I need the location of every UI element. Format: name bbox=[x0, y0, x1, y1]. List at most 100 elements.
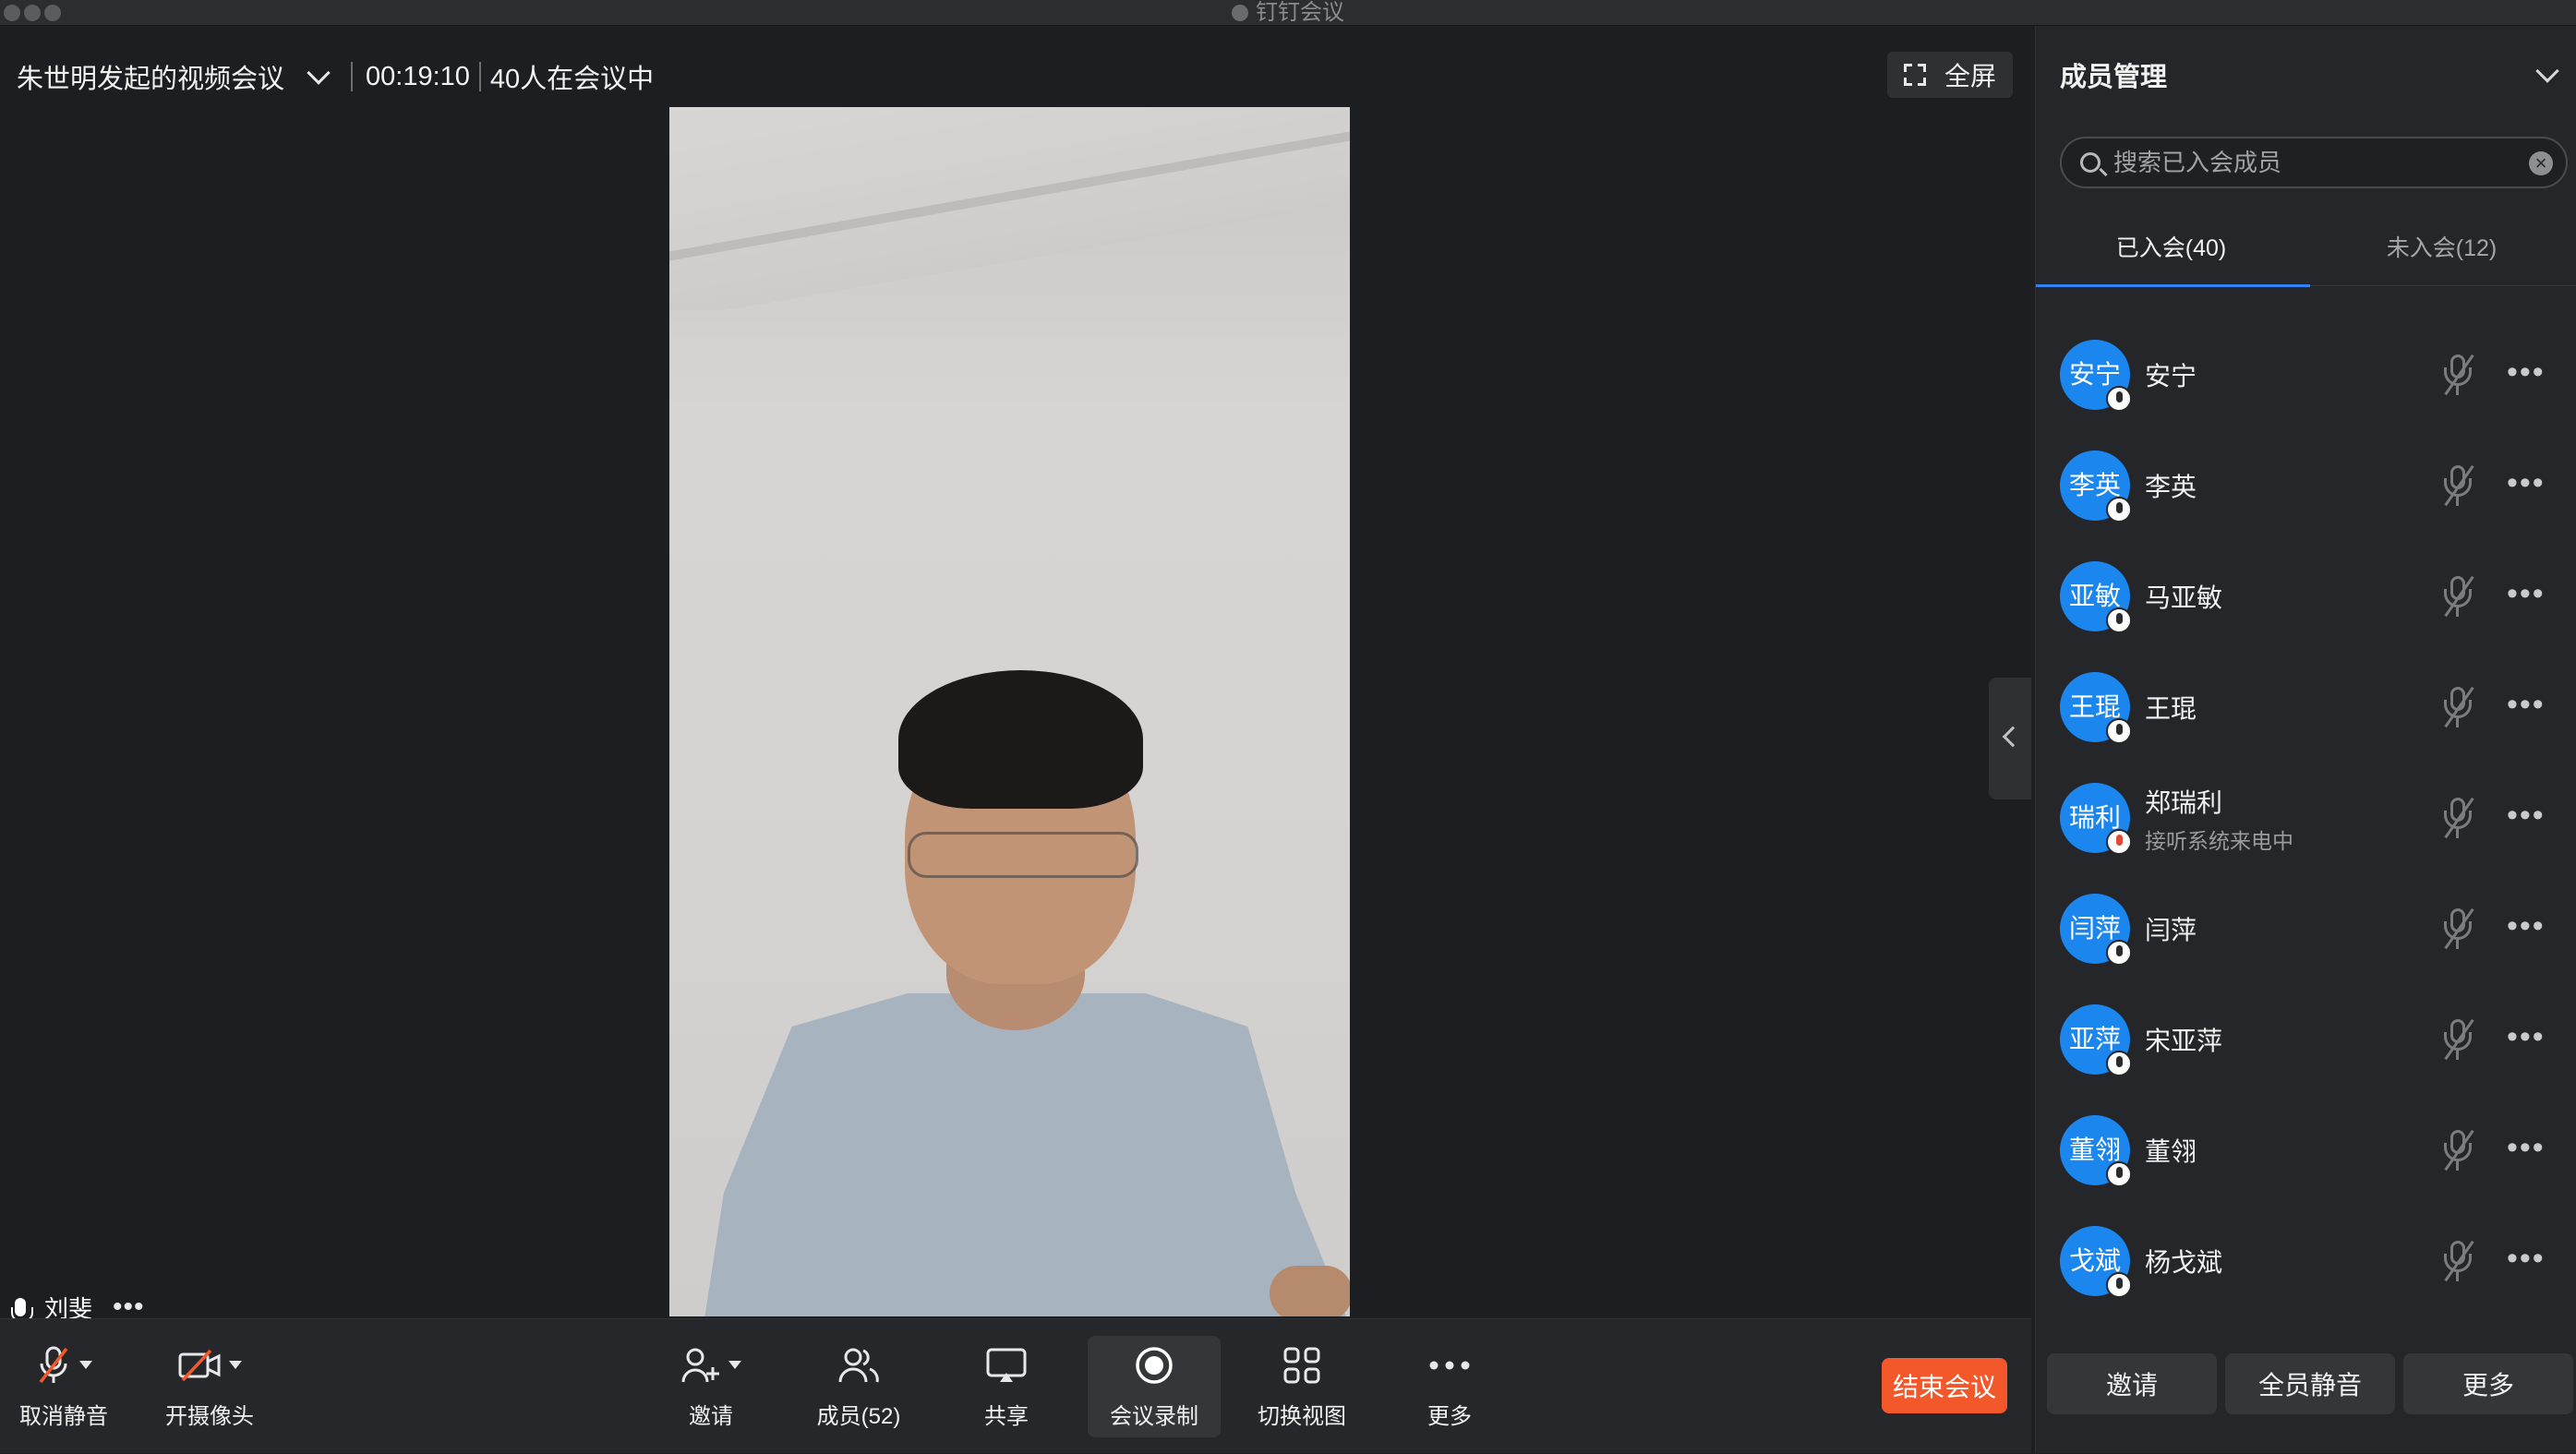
member-tabs: 已入会(40) 未入会(12) bbox=[2036, 210, 2576, 287]
invite-button[interactable]: 邀请 bbox=[674, 1319, 748, 1454]
member-name: 闫萍 bbox=[2145, 916, 2197, 944]
member-row[interactable]: 亚敏 马亚敏 ••• bbox=[2036, 541, 2576, 652]
member-row[interactable]: 亚萍 宋亚萍 ••• bbox=[2036, 984, 2576, 1095]
meeting-info-bar: 朱世明发起的视频会议 00:19:10 40人在会议中 bbox=[17, 54, 654, 100]
video-person-hair bbox=[898, 670, 1143, 809]
mute-all-button[interactable]: 全员静音 bbox=[2225, 1353, 2395, 1414]
more-icon[interactable]: ••• bbox=[2507, 1132, 2546, 1163]
share-label: 共享 bbox=[984, 1403, 1029, 1429]
meeting-toolbar: 取消静音 开摄像头 邀请 成员(52) 共享 会议录制 切换视图 更多 结束会议 bbox=[0, 1318, 2031, 1453]
search-input[interactable] bbox=[2113, 148, 2501, 177]
member-name: 董翎 bbox=[2145, 1137, 2197, 1166]
mic-badge-icon bbox=[2106, 718, 2132, 744]
search-icon bbox=[2080, 152, 2101, 173]
speaker-video[interactable] bbox=[669, 107, 1350, 1316]
members-button[interactable]: 成员(52) bbox=[803, 1319, 914, 1454]
caret-down-icon[interactable] bbox=[229, 1361, 242, 1369]
share-screen-icon bbox=[985, 1344, 1028, 1387]
grid-view-icon bbox=[1282, 1344, 1321, 1387]
mic-muted-icon[interactable] bbox=[2440, 796, 2477, 840]
panel-invite-button[interactable]: 邀请 bbox=[2047, 1353, 2217, 1414]
chevron-left-icon bbox=[2002, 726, 2024, 748]
member-row[interactable]: 王琨 王琨 ••• bbox=[2036, 652, 2576, 763]
caret-down-icon[interactable] bbox=[728, 1361, 741, 1369]
camera-button[interactable]: 开摄像头 bbox=[159, 1319, 260, 1454]
more-icon[interactable]: ••• bbox=[2507, 356, 2546, 388]
add-user-icon bbox=[680, 1344, 741, 1387]
divider bbox=[351, 62, 354, 91]
member-status: 接听系统来电中 bbox=[2145, 829, 2293, 853]
more-icon[interactable]: ••• bbox=[2507, 799, 2546, 831]
collapse-panel-button[interactable] bbox=[1989, 678, 2031, 799]
tab-joined[interactable]: 已入会(40) bbox=[2036, 210, 2310, 287]
panel-title: 成员管理 bbox=[2060, 63, 2168, 92]
members-label: 成员(52) bbox=[816, 1403, 901, 1429]
more-icon[interactable]: ••• bbox=[2507, 1021, 2546, 1052]
mic-badge-icon bbox=[2106, 1161, 2132, 1187]
mic-badge-icon bbox=[2106, 1051, 2132, 1076]
unmute-label: 取消静音 bbox=[19, 1403, 108, 1429]
record-button[interactable]: 会议录制 bbox=[1088, 1336, 1221, 1437]
member-search[interactable]: × bbox=[2060, 137, 2568, 188]
divider bbox=[478, 62, 481, 91]
share-button[interactable]: 共享 bbox=[969, 1319, 1043, 1454]
window-title-text: 钉钉会议 bbox=[1256, 0, 1344, 25]
more-icon[interactable]: ••• bbox=[2507, 689, 2546, 720]
mic-muted-icon[interactable] bbox=[2440, 1128, 2477, 1172]
fullscreen-label: 全屏 bbox=[1944, 62, 1996, 90]
video-ceiling bbox=[669, 107, 1350, 310]
member-name: 安宁 bbox=[2145, 362, 2197, 391]
member-name: 李英 bbox=[2145, 473, 2197, 501]
switch-view-button[interactable]: 切换视图 bbox=[1256, 1319, 1348, 1454]
more-icon[interactable]: ••• bbox=[2507, 578, 2546, 609]
meeting-stage: 朱世明发起的视频会议 00:19:10 40人在会议中 全屏 刘斐 ••• bbox=[0, 26, 2031, 1323]
unmute-button[interactable]: 取消静音 bbox=[13, 1319, 114, 1454]
record-label: 会议录制 bbox=[1110, 1403, 1198, 1429]
video-person-glasses bbox=[908, 832, 1138, 878]
mic-muted-icon[interactable] bbox=[2440, 574, 2477, 619]
member-row[interactable]: 闫萍 闫萍 ••• bbox=[2036, 873, 2576, 984]
lock-icon bbox=[1232, 5, 1248, 21]
end-meeting-button[interactable]: 结束会议 bbox=[1882, 1358, 2007, 1413]
more-label: 更多 bbox=[1427, 1403, 1472, 1429]
more-icon[interactable]: ••• bbox=[2507, 1243, 2546, 1274]
member-name: 杨戈斌 bbox=[2145, 1248, 2223, 1277]
mic-muted-icon[interactable] bbox=[2440, 907, 2477, 951]
member-row[interactable]: 李英 李英 ••• bbox=[2036, 430, 2576, 541]
more-button[interactable]: 更多 bbox=[1413, 1319, 1487, 1454]
panel-more-button[interactable]: 更多 bbox=[2403, 1353, 2573, 1414]
video-person-shirt bbox=[703, 993, 1350, 1316]
mic-badge-icon bbox=[2106, 1272, 2132, 1298]
attendance-count: 40人在会议中 bbox=[489, 65, 655, 94]
record-icon bbox=[1134, 1344, 1174, 1387]
mic-muted-icon[interactable] bbox=[2440, 353, 2477, 397]
mic-muted-icon[interactable] bbox=[2440, 1239, 2477, 1283]
member-name: 马亚敏 bbox=[2145, 583, 2223, 612]
phone-badge-icon bbox=[2106, 829, 2132, 855]
clear-icon[interactable]: × bbox=[2529, 151, 2553, 175]
more-icon[interactable]: ••• bbox=[2507, 910, 2546, 942]
caret-down-icon[interactable] bbox=[79, 1361, 92, 1369]
member-name: 王琨 bbox=[2145, 694, 2197, 723]
chevron-down-icon[interactable] bbox=[2535, 59, 2559, 83]
mic-muted-icon[interactable] bbox=[2440, 1017, 2477, 1062]
chevron-down-icon[interactable] bbox=[307, 61, 331, 85]
member-row[interactable]: 戈斌 杨戈斌 ••• bbox=[2036, 1206, 2576, 1316]
switch-view-label: 切换视图 bbox=[1258, 1403, 1346, 1429]
mic-badge-icon bbox=[2106, 497, 2132, 523]
more-icon[interactable]: ••• bbox=[2507, 467, 2546, 499]
member-row[interactable]: 瑞利 郑瑞利 接听系统来电中 ••• bbox=[2036, 763, 2576, 873]
member-name: 郑瑞利 bbox=[2145, 788, 2223, 817]
window-title: 钉钉会议 bbox=[0, 0, 2576, 26]
elapsed-time: 00:19:10 bbox=[366, 61, 470, 91]
meeting-title[interactable]: 朱世明发起的视频会议 bbox=[17, 57, 284, 96]
mic-muted-icon[interactable] bbox=[2440, 463, 2477, 508]
members-icon bbox=[837, 1344, 881, 1387]
fullscreen-button[interactable]: 全屏 bbox=[1887, 52, 2013, 98]
mic-badge-icon bbox=[2106, 940, 2132, 966]
member-row[interactable]: 董翎 董翎 ••• bbox=[2036, 1095, 2576, 1206]
tab-not-joined[interactable]: 未入会(12) bbox=[2306, 210, 2576, 286]
member-row[interactable]: 安宁 安宁 ••• bbox=[2036, 319, 2576, 430]
member-name: 宋亚萍 bbox=[2145, 1027, 2223, 1055]
mic-muted-icon[interactable] bbox=[2440, 685, 2477, 729]
